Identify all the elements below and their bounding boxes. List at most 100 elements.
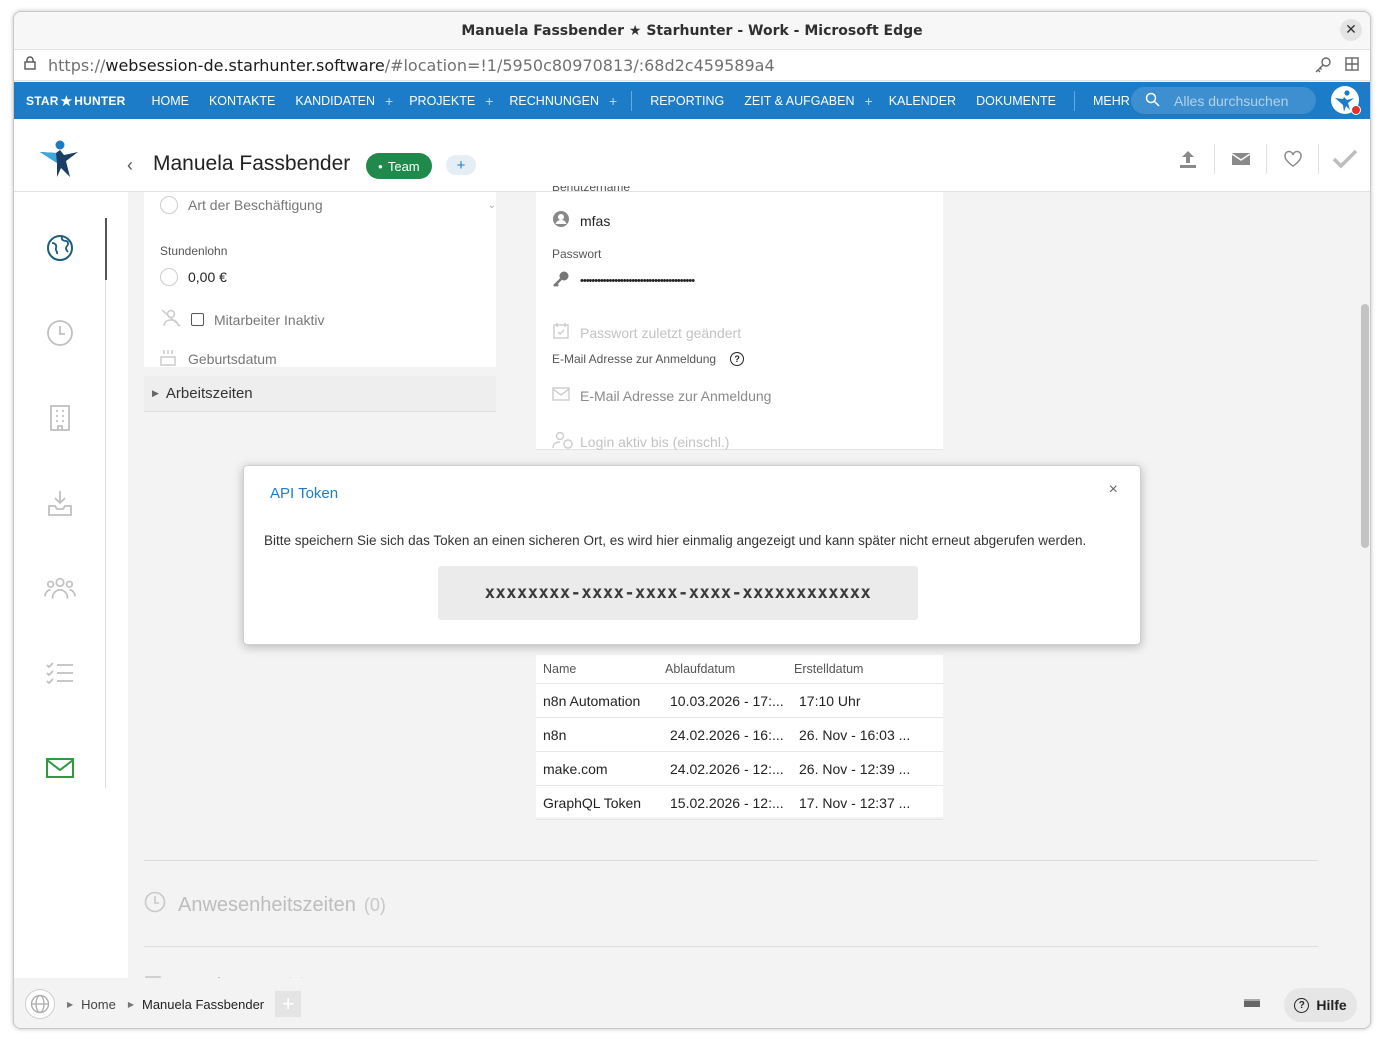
table-row[interactable]: n8n Automation 10.03.2026 - 17:... 17:10… bbox=[536, 684, 943, 718]
token-created: 17:10 Uhr bbox=[799, 692, 861, 709]
nav-kandidaten-add-button[interactable]: + bbox=[385, 93, 399, 109]
nav-divider bbox=[1073, 90, 1075, 111]
login-active-placeholder: Login aktiv bis (einschl.) bbox=[580, 434, 730, 450]
dialog-close-button[interactable]: × bbox=[1109, 481, 1118, 499]
token-name: n8n Automation bbox=[543, 692, 641, 709]
nav-projekte[interactable]: PROJEKTE bbox=[399, 94, 485, 108]
login-active-until-field[interactable]: Login aktiv bis (einschl.) bbox=[552, 431, 729, 453]
nav-kalender[interactable]: KALENDER bbox=[879, 94, 966, 108]
confirm-button[interactable] bbox=[1318, 144, 1370, 174]
nav-zeit-aufgaben[interactable]: ZEIT & AUFGABEN bbox=[734, 94, 864, 108]
breadcrumb-caret-icon: ▶ bbox=[67, 999, 74, 1009]
left-icon-rail bbox=[14, 192, 128, 978]
token-expiry: 15.02.2026 - 12:... bbox=[670, 794, 784, 811]
checklist-icon[interactable] bbox=[44, 657, 76, 689]
status-badge[interactable]: ● Team bbox=[366, 153, 432, 179]
username-field[interactable]: mfas bbox=[552, 210, 610, 232]
mail-icon[interactable] bbox=[44, 752, 76, 784]
table-row[interactable]: GraphQL Token 15.02.2026 - 12:... 17. No… bbox=[536, 786, 943, 820]
upload-icon bbox=[1180, 151, 1196, 168]
nav-kontakte[interactable]: KONTAKTE bbox=[199, 94, 285, 108]
token-expiry: 10.03.2026 - 17:... bbox=[670, 692, 784, 709]
column-name[interactable]: Name bbox=[536, 662, 663, 676]
browser-window: Manuela Fassbender ★ Starhunter - Work -… bbox=[13, 11, 1371, 1029]
rail-active-indicator bbox=[105, 218, 107, 280]
employment-card: Art der Beschäftigung ⌄ Stundenlohn 0,00… bbox=[144, 192, 496, 367]
add-tag-button[interactable]: + bbox=[446, 155, 476, 175]
url-host: websession-de.starhunter.software bbox=[105, 55, 385, 75]
clock-icon[interactable] bbox=[44, 317, 76, 349]
token-expiry: 24.02.2026 - 16:... bbox=[670, 726, 784, 743]
address-bar[interactable]: https:// websession-de.starhunter.softwa… bbox=[14, 49, 1370, 81]
column-expiry[interactable]: Ablaufdatum bbox=[663, 662, 792, 676]
workhours-section-toggle[interactable]: ▶ Arbeitszeiten bbox=[144, 376, 496, 412]
chevron-down-icon: ⌄ bbox=[487, 199, 496, 211]
breadcrumb-current[interactable]: Manuela Fassbender bbox=[142, 997, 264, 1012]
breadcrumb-home[interactable]: Home bbox=[81, 997, 116, 1012]
minimize-panel-icon[interactable] bbox=[1244, 999, 1260, 1007]
check-icon bbox=[1332, 149, 1357, 169]
email-login-input[interactable]: E-Mail Adresse zur Anmeldung bbox=[552, 387, 771, 405]
nav-kandidaten[interactable]: KANDIDATEN bbox=[285, 94, 385, 108]
caret-right-icon: ▶ bbox=[152, 388, 159, 398]
back-chevron-icon[interactable]: ‹ bbox=[127, 155, 133, 176]
user-avatar[interactable] bbox=[1331, 86, 1361, 115]
cake-icon bbox=[160, 348, 178, 369]
globe-icon[interactable] bbox=[25, 989, 55, 1019]
table-row[interactable]: n8n 24.02.2026 - 16:... 26. Nov - 16:03 … bbox=[536, 718, 943, 752]
nav-home[interactable]: HOME bbox=[141, 94, 199, 108]
section-divider bbox=[144, 860, 1318, 861]
favorite-button[interactable] bbox=[1266, 144, 1318, 174]
table-row[interactable]: make.com 24.02.2026 - 12:... 26. Nov - 1… bbox=[536, 752, 943, 786]
email-button[interactable] bbox=[1214, 144, 1266, 174]
nav-projekte-add-button[interactable]: + bbox=[485, 93, 499, 109]
starhunter-logo bbox=[40, 140, 78, 177]
people-icon[interactable] bbox=[44, 572, 76, 604]
birthdate-field[interactable]: Geburtsdatum bbox=[160, 348, 277, 369]
global-search-input[interactable]: Alles durchsuchen bbox=[1131, 87, 1316, 114]
help-button[interactable]: ? Hilfe bbox=[1284, 988, 1357, 1022]
brand-star-icon: ★ bbox=[59, 92, 74, 110]
token-expiry: 24.02.2026 - 12:... bbox=[670, 760, 784, 777]
extensions-icon[interactable] bbox=[1344, 56, 1360, 78]
nav-rechnungen-add-button[interactable]: + bbox=[609, 93, 623, 109]
inactive-checkbox[interactable] bbox=[191, 313, 204, 326]
nav-zeit-aufgaben-add-button[interactable]: + bbox=[865, 93, 879, 109]
hourly-wage-field[interactable]: 0,00 € bbox=[160, 268, 227, 286]
nav-rechnungen[interactable]: RECHNUNGEN bbox=[499, 94, 609, 108]
inactive-checkbox-row[interactable]: Mitarbeiter Inaktiv bbox=[160, 309, 324, 330]
rail-divider bbox=[105, 218, 106, 788]
attendance-title: Anwesenheitszeiten bbox=[178, 893, 356, 916]
password-label: Passwort bbox=[552, 247, 602, 261]
window-close-button[interactable]: ✕ bbox=[1340, 19, 1362, 41]
heart-icon bbox=[1283, 150, 1302, 167]
password-field[interactable]: •••••••••••••••••••••••••••••••••••••••• bbox=[552, 270, 695, 292]
clock-section-icon bbox=[144, 891, 166, 919]
clock-field-icon bbox=[160, 196, 178, 214]
attendance-section-header[interactable]: Anwesenheitszeiten (0) bbox=[144, 891, 386, 919]
password-changed-field[interactable]: Passwort zuletzt geändert bbox=[552, 322, 741, 343]
nav-dokumente[interactable]: DOKUMENTE bbox=[966, 94, 1066, 108]
add-tab-button[interactable]: + bbox=[275, 991, 302, 1017]
password-value: •••••••••••••••••••••••••••••••••••••••• bbox=[580, 275, 695, 287]
username-value: mfas bbox=[580, 213, 611, 229]
building-icon[interactable] bbox=[44, 402, 76, 434]
brand-left: STAR bbox=[26, 93, 59, 108]
column-created[interactable]: Erstelldatum▼ bbox=[792, 662, 942, 676]
token-display[interactable]: xxxxxxxx-xxxx-xxxx-xxxx-xxxxxxxxxxxx bbox=[438, 566, 918, 620]
breadcrumb-caret-icon: ▶ bbox=[127, 999, 134, 1009]
globe-icon[interactable] bbox=[44, 232, 76, 264]
nav-reporting[interactable]: REPORTING bbox=[640, 94, 734, 108]
inbox-download-icon[interactable] bbox=[44, 487, 76, 519]
key-icon[interactable] bbox=[1314, 56, 1332, 78]
help-icon[interactable]: ? bbox=[730, 352, 745, 366]
coin-icon bbox=[160, 268, 178, 286]
email-login-label-row: E-Mail Adresse zur Anmeldung ? bbox=[552, 352, 745, 366]
employment-type-select[interactable]: Art der Beschäftigung ⌄ bbox=[160, 196, 496, 214]
workhours-section-title: Arbeitszeiten bbox=[165, 385, 253, 402]
starhunter-brand[interactable]: STAR ★ HUNTER bbox=[26, 92, 125, 110]
scrollbar-thumb[interactable] bbox=[1361, 304, 1369, 548]
url-protocol: https:// bbox=[48, 55, 106, 75]
upload-button[interactable] bbox=[1162, 144, 1214, 174]
page-scrollbar[interactable] bbox=[1358, 192, 1370, 978]
